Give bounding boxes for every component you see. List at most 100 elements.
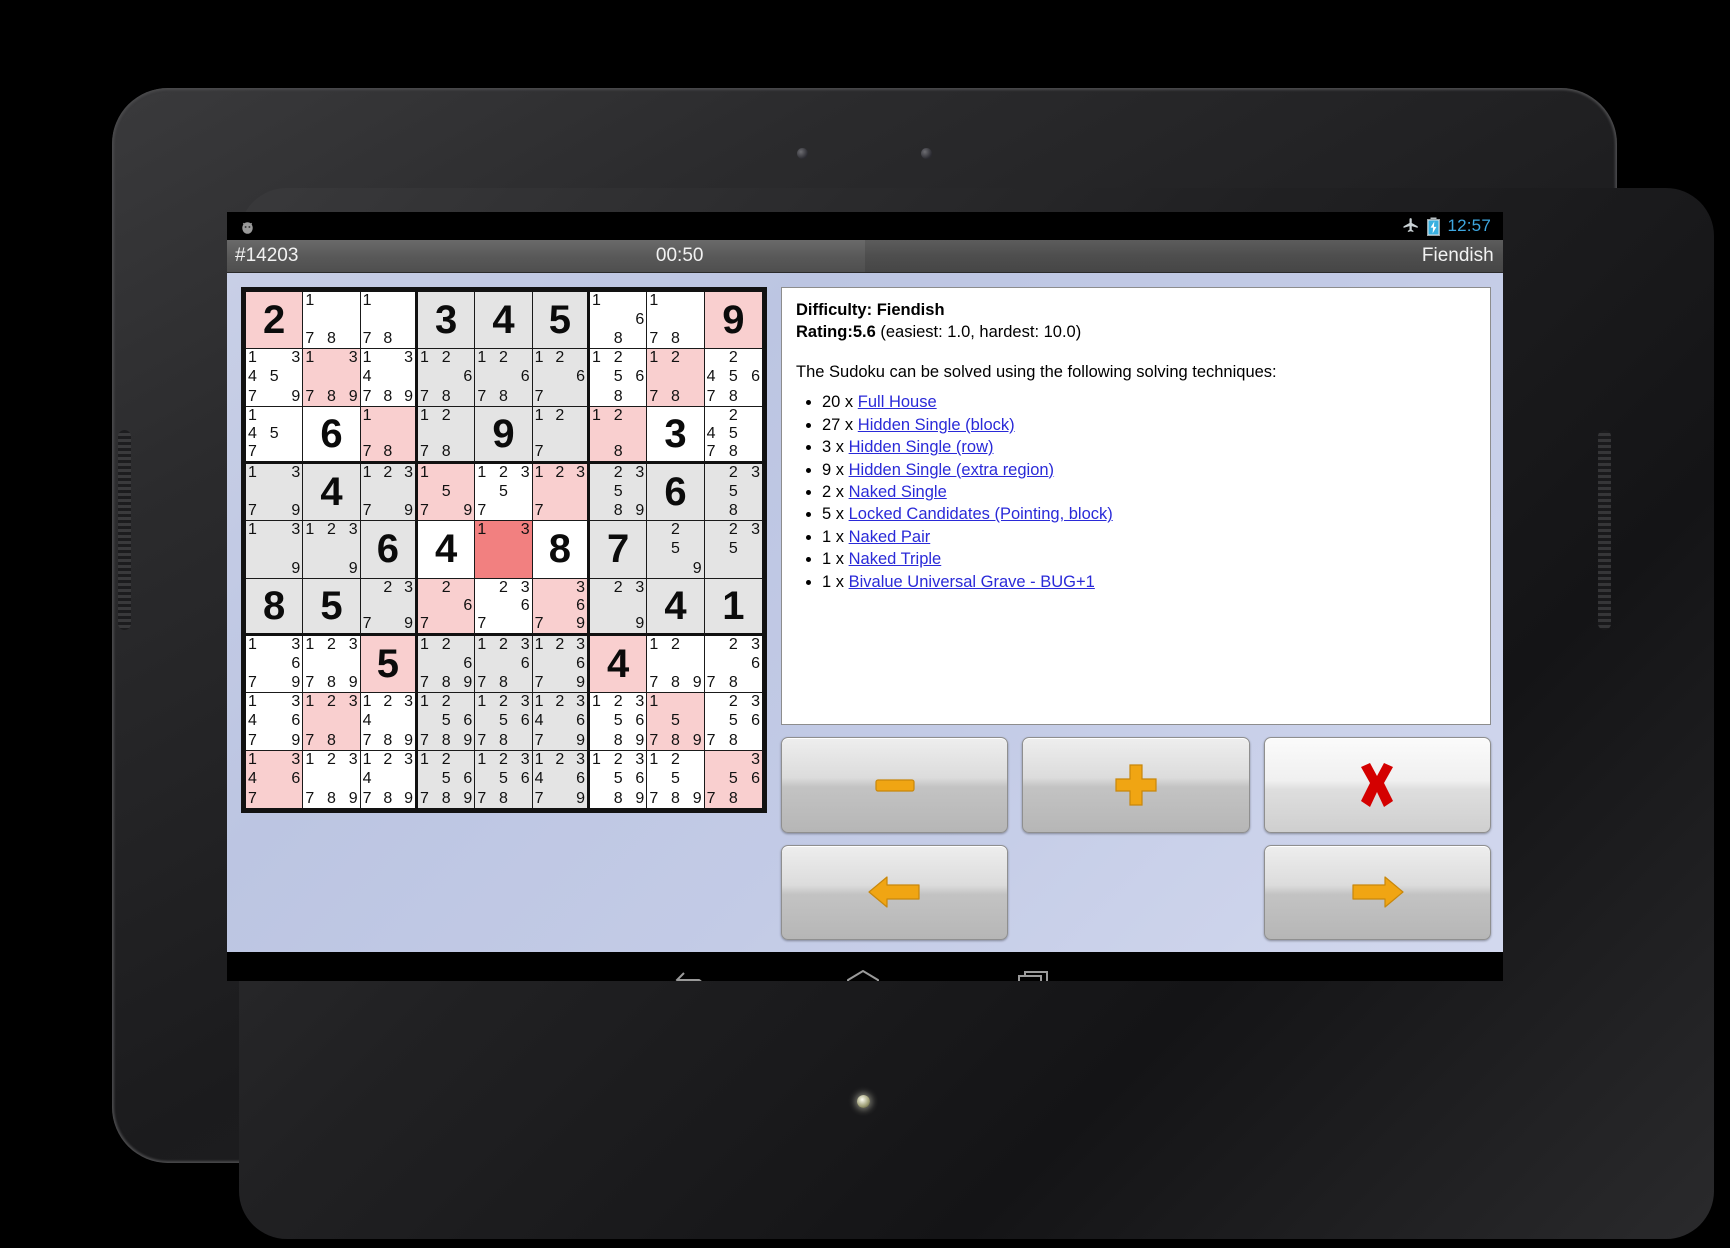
sudoku-cell-r5c4[interactable]: 4 — [417, 521, 476, 579]
sudoku-cell-r8c7[interactable]: 123 456 789 — [589, 693, 648, 751]
sudoku-cell-r2c1[interactable]: 123 456 789 — [246, 349, 304, 407]
sudoku-cell-r8c4[interactable]: 123456 789 — [417, 693, 476, 751]
sudoku-cell-r4c1[interactable]: 123 456 789 — [246, 463, 304, 522]
sudoku-cell-r4c5[interactable]: 123 456 789 — [475, 463, 533, 522]
technique-link[interactable]: Locked Candidates (Pointing, block) — [849, 505, 1113, 523]
home-button[interactable] — [842, 967, 884, 981]
sudoku-cell-r2c6[interactable]: 123456 789 — [532, 349, 590, 407]
sudoku-cell-r9c8[interactable]: 123456 789 — [647, 750, 705, 808]
sudoku-cell-r8c9[interactable]: 123 456 789 — [704, 693, 762, 751]
arrow-right-icon — [1352, 876, 1404, 908]
sudoku-cell-r4c3[interactable]: 123 456 789 — [360, 463, 418, 522]
sudoku-cell-r7c6[interactable]: 123 456 789 — [532, 635, 590, 694]
sudoku-cell-r7c2[interactable]: 123 456 789 — [303, 635, 361, 694]
sudoku-cell-r6c3[interactable]: 123 456 789 — [360, 578, 418, 636]
sudoku-cell-r6c8[interactable]: 4 — [647, 578, 705, 636]
sudoku-cell-r3c3[interactable]: 123456 789 — [360, 406, 418, 464]
sudoku-cell-r1c7[interactable]: 123456 789 — [589, 292, 648, 350]
sudoku-cell-r1c6[interactable]: 5 — [532, 292, 590, 350]
previous-button[interactable] — [781, 844, 1009, 940]
sudoku-cell-r5c5[interactable]: 123 456789 — [475, 521, 533, 579]
technique-link[interactable]: Hidden Single (row) — [849, 438, 994, 456]
sudoku-cell-r8c2[interactable]: 123 456 789 — [303, 693, 361, 751]
sudoku-cell-r7c1[interactable]: 123 456 789 — [246, 635, 304, 694]
sudoku-cell-r5c6[interactable]: 8 — [532, 521, 590, 579]
sudoku-cell-r3c7[interactable]: 123 456 789 — [589, 406, 648, 464]
recents-button[interactable] — [1014, 967, 1056, 981]
sudoku-cell-r9c1[interactable]: 123 456 789 — [246, 750, 304, 808]
sudoku-cell-r9c7[interactable]: 123 456 789 — [589, 750, 648, 808]
sudoku-cell-r4c4[interactable]: 123456 789 — [417, 463, 476, 522]
sudoku-grid[interactable]: 2123456789123456789345123456789123456789… — [241, 287, 767, 813]
sudoku-cell-r1c2[interactable]: 123456 789 — [303, 292, 361, 350]
close-button[interactable] — [1263, 737, 1491, 833]
sudoku-cell-r4c7[interactable]: 123 456789 — [589, 463, 648, 522]
sudoku-cell-r9c4[interactable]: 123456 789 — [417, 750, 476, 808]
technique-link[interactable]: Full House — [858, 393, 937, 411]
sudoku-cell-r7c9[interactable]: 123 456 789 — [704, 635, 762, 694]
sudoku-cell-r5c3[interactable]: 6 — [360, 521, 418, 579]
sudoku-cell-r3c1[interactable]: 123 456 789 — [246, 406, 304, 464]
technique-link[interactable]: Naked Triple — [849, 550, 942, 568]
sudoku-cell-r6c1[interactable]: 8 — [246, 578, 304, 636]
sudoku-cell-r5c9[interactable]: 123 456789 — [704, 521, 762, 579]
sudoku-cell-r2c3[interactable]: 123 456 789 — [360, 349, 418, 407]
sudoku-cell-r6c5[interactable]: 123 456 789 — [475, 578, 533, 636]
sudoku-cell-r9c5[interactable]: 123 456 789 — [475, 750, 533, 808]
sudoku-cell-r7c3[interactable]: 5 — [360, 635, 418, 694]
sudoku-cell-r2c4[interactable]: 123456 789 — [417, 349, 476, 407]
sudoku-cell-r9c3[interactable]: 123 456 789 — [360, 750, 418, 808]
sudoku-cell-r2c9[interactable]: 123 456 789 — [704, 349, 762, 407]
technique-link[interactable]: Hidden Single (block) — [858, 416, 1015, 434]
sudoku-cell-r6c7[interactable]: 123 456 789 — [589, 578, 648, 636]
sudoku-cell-r3c4[interactable]: 123 456 789 — [417, 406, 476, 464]
technique-link[interactable]: Naked Pair — [849, 528, 931, 546]
sudoku-cell-r6c9[interactable]: 1 — [704, 578, 762, 636]
technique-link[interactable]: Bivalue Universal Grave - BUG+1 — [849, 573, 1095, 591]
sudoku-cell-r9c2[interactable]: 123 456 789 — [303, 750, 361, 808]
sudoku-cell-r1c3[interactable]: 123456 789 — [360, 292, 418, 350]
sudoku-cell-r5c2[interactable]: 123 456789 — [303, 521, 361, 579]
sudoku-cell-r4c6[interactable]: 123 456 789 — [532, 463, 590, 522]
sudoku-cell-r9c9[interactable]: 123 456 789 — [704, 750, 762, 808]
sudoku-cell-r7c4[interactable]: 123456 789 — [417, 635, 476, 694]
sudoku-cell-r3c9[interactable]: 123 456 789 — [704, 406, 762, 464]
technique-link[interactable]: Hidden Single (extra region) — [849, 461, 1054, 479]
sudoku-cell-r1c4[interactable]: 3 — [417, 292, 476, 350]
sudoku-cell-r3c2[interactable]: 6 — [303, 406, 361, 464]
minus-button[interactable] — [781, 737, 1009, 833]
sudoku-cell-r4c9[interactable]: 123 456789 — [704, 463, 762, 522]
sudoku-cell-r7c7[interactable]: 4 — [589, 635, 648, 694]
sudoku-cell-r9c6[interactable]: 123 456 789 — [532, 750, 590, 808]
sudoku-cell-r6c4[interactable]: 123 456 789 — [417, 578, 476, 636]
sudoku-cell-r8c8[interactable]: 123456 789 — [647, 693, 705, 751]
sudoku-cell-r8c5[interactable]: 123 456 789 — [475, 693, 533, 751]
sudoku-cell-r2c7[interactable]: 123456 789 — [589, 349, 648, 407]
sudoku-cell-r2c2[interactable]: 123 456 789 — [303, 349, 361, 407]
sudoku-cell-r8c3[interactable]: 123 456 789 — [360, 693, 418, 751]
technique-link[interactable]: Naked Single — [849, 483, 947, 501]
next-button[interactable] — [1263, 844, 1491, 940]
sudoku-cell-r4c2[interactable]: 4 — [303, 463, 361, 522]
sudoku-cell-r1c5[interactable]: 4 — [475, 292, 533, 350]
sudoku-cell-r5c8[interactable]: 123456789 — [647, 521, 705, 579]
sudoku-cell-r3c8[interactable]: 3 — [647, 406, 705, 464]
sudoku-cell-r1c1[interactable]: 2 — [246, 292, 304, 350]
sudoku-cell-r8c1[interactable]: 123 456 789 — [246, 693, 304, 751]
sudoku-cell-r6c2[interactable]: 5 — [303, 578, 361, 636]
sudoku-cell-r3c5[interactable]: 9 — [475, 406, 533, 464]
sudoku-cell-r1c9[interactable]: 9 — [704, 292, 762, 350]
sudoku-cell-r5c7[interactable]: 7 — [589, 521, 648, 579]
sudoku-cell-r7c5[interactable]: 123 456 789 — [475, 635, 533, 694]
sudoku-cell-r5c1[interactable]: 123 456789 — [246, 521, 304, 579]
back-button[interactable] — [674, 967, 712, 981]
sudoku-cell-r1c8[interactable]: 123456 789 — [647, 292, 705, 350]
sudoku-cell-r2c5[interactable]: 123456 789 — [475, 349, 533, 407]
sudoku-cell-r4c8[interactable]: 6 — [647, 463, 705, 522]
sudoku-cell-r2c8[interactable]: 123456 789 — [647, 349, 705, 407]
sudoku-cell-r6c6[interactable]: 123 456 789 — [532, 578, 590, 636]
sudoku-cell-r8c6[interactable]: 123 456 789 — [532, 693, 590, 751]
sudoku-cell-r7c8[interactable]: 123456 789 — [647, 635, 705, 694]
plus-button[interactable] — [1022, 737, 1250, 833]
sudoku-cell-r3c6[interactable]: 123456 789 — [532, 406, 590, 464]
